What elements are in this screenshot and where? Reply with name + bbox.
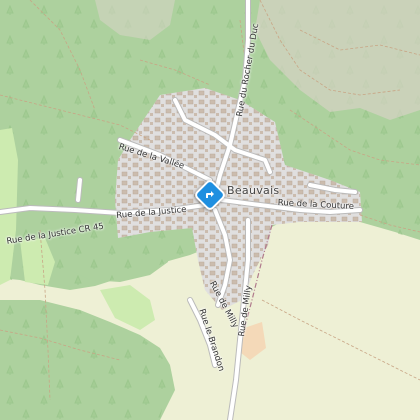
directions-sign-icon	[206, 191, 214, 198]
place-label-beauvais: Beauvais	[227, 184, 280, 197]
map-view[interactable]: Beauvais Rue de la Vallée Rue du Rocher …	[0, 0, 420, 420]
